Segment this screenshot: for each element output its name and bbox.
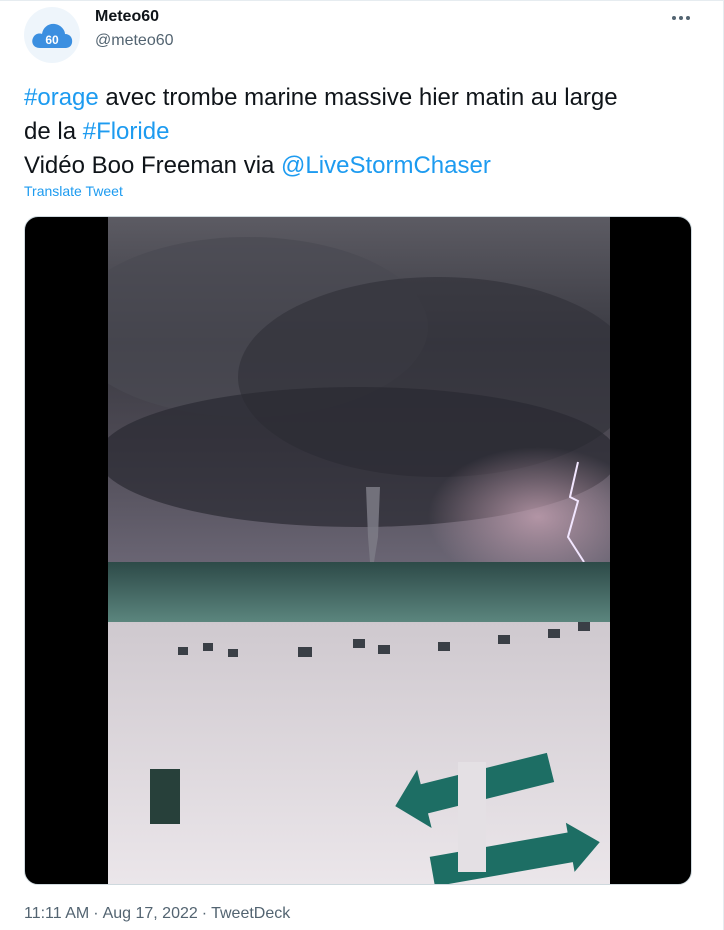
tweet-date[interactable]: Aug 17, 2022 bbox=[103, 905, 198, 922]
video-player[interactable] bbox=[24, 216, 692, 885]
tweet-line-3-text: Vidéo Boo Freeman via bbox=[24, 152, 282, 179]
more-options-button[interactable] bbox=[668, 5, 694, 31]
tweet-line-2: de la #Floride bbox=[24, 115, 704, 149]
meta-separator-1: · bbox=[93, 905, 99, 922]
top-border bbox=[0, 0, 724, 1]
meta-separator-2: · bbox=[201, 905, 208, 922]
user-handle[interactable]: @meteo60 bbox=[95, 32, 174, 50]
hashtag-orage[interactable]: #orage bbox=[24, 84, 99, 111]
tweet-line-1-text: avec trombe marine massive hier matin au… bbox=[98, 84, 618, 111]
tweet-source[interactable]: TweetDeck bbox=[211, 905, 290, 922]
avatar[interactable]: 60 bbox=[24, 7, 80, 63]
hashtag-floride[interactable]: #Floride bbox=[83, 118, 170, 145]
tweet-line-3: Vidéo Boo Freeman via @LiveStormChaser bbox=[24, 149, 704, 183]
translate-tweet-link[interactable]: Translate Tweet bbox=[24, 183, 123, 199]
avatar-text: 60 bbox=[45, 33, 59, 47]
display-name[interactable]: Meteo60 bbox=[95, 8, 159, 26]
cloud-icon: 60 bbox=[32, 23, 73, 48]
more-icon bbox=[672, 16, 690, 20]
waterspout-video-frame bbox=[108, 217, 610, 884]
tweet-line-2-text: de la bbox=[24, 118, 83, 145]
tweet-line-1: #orage avec trombe marine massive hier m… bbox=[24, 81, 704, 115]
tweet-time[interactable]: 11:11 AM bbox=[24, 905, 89, 922]
tweet-metadata: 11:11 AM · Aug 17, 2022 · TweetDeck bbox=[24, 905, 290, 923]
mention-livestormchaser[interactable]: @LiveStormChaser bbox=[281, 152, 491, 179]
tweet-text: #orage avec trombe marine massive hier m… bbox=[24, 81, 704, 183]
